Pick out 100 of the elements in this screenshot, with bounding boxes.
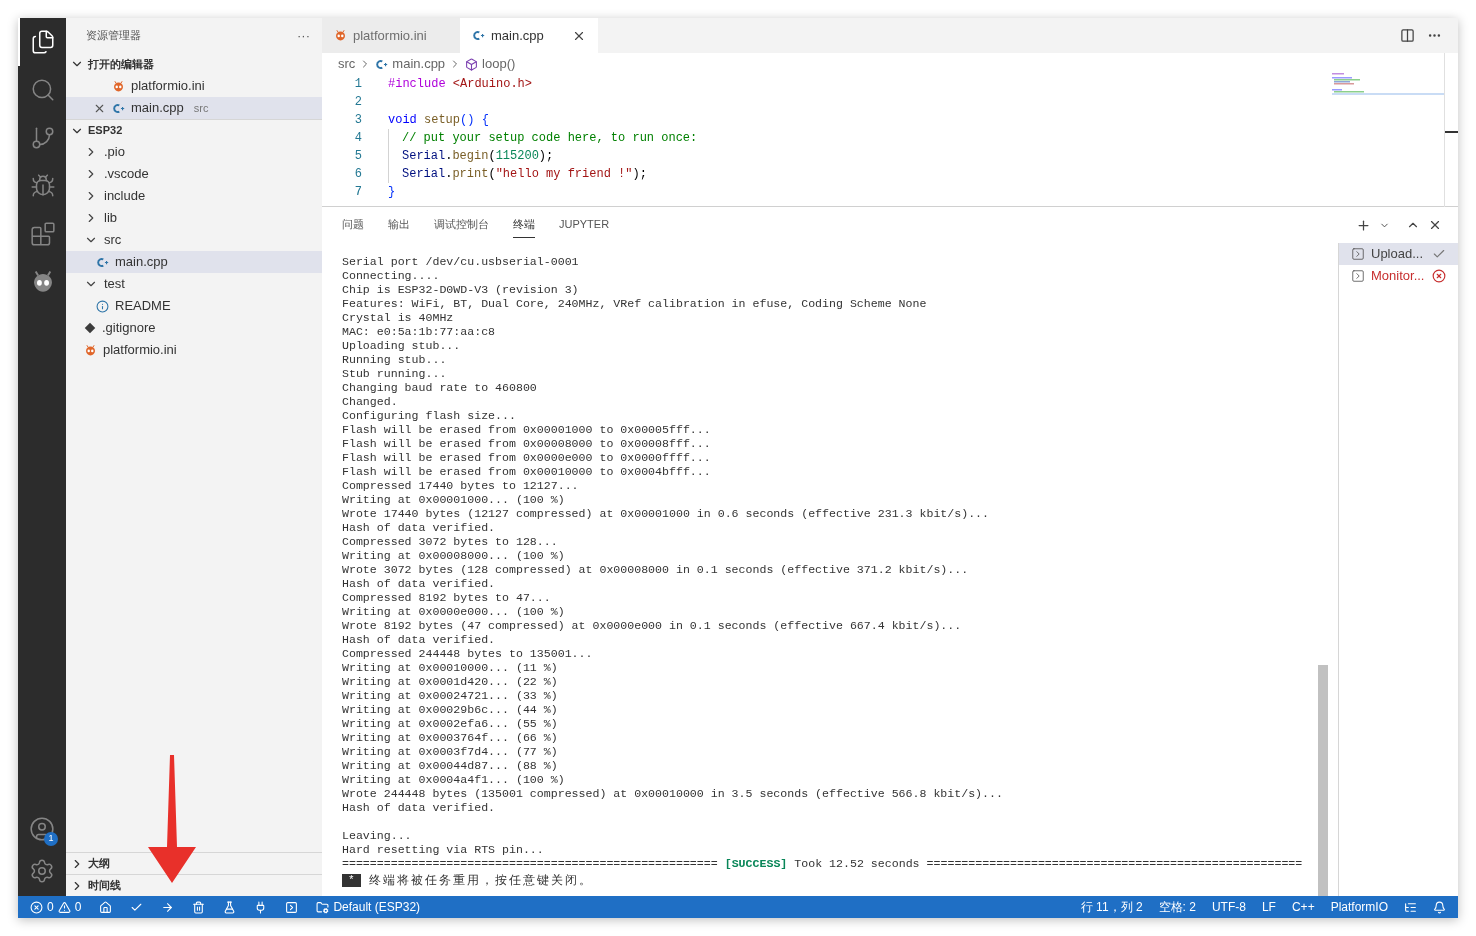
arrow-right-icon[interactable]	[161, 900, 175, 914]
terminal-line: Flash will be erased from 0x00001000 to 0x00005fff...	[342, 423, 711, 437]
section-header[interactable]: 打开的编辑器	[66, 53, 322, 75]
close-icon[interactable]	[1428, 218, 1442, 232]
tree-item[interactable]: src	[66, 229, 322, 251]
line-number: 3	[353, 112, 362, 129]
diamond-file-icon	[84, 322, 96, 334]
terminal-line: Writing at 0x0003f7d4... (77 %)	[342, 745, 558, 759]
tree-item[interactable]: .gitignore	[66, 317, 322, 339]
terminal-line: Stub running...	[342, 367, 447, 381]
editor-tab[interactable]: platformio.ini	[322, 18, 460, 53]
environment-label[interactable]: Default (ESP32)	[333, 898, 421, 916]
split-editor-icon[interactable]	[1400, 28, 1415, 43]
status-item[interactable]: 空格: 2	[1158, 898, 1196, 916]
status-item[interactable]: UTF-8	[1211, 898, 1246, 916]
feedback-icon[interactable]	[1404, 900, 1417, 914]
terminal-line: Configuring flash size...	[342, 409, 516, 423]
editor-tab[interactable]: main.cpp	[460, 18, 598, 53]
notification-badge: 1	[44, 832, 58, 846]
panel-tab[interactable]: 问题	[342, 212, 364, 238]
home-icon[interactable]	[99, 900, 113, 914]
tree-item[interactable]: lib	[66, 207, 322, 229]
section-header[interactable]: ESP32	[66, 119, 322, 141]
tree-item[interactable]: .vscode	[66, 163, 322, 185]
breadcrumb-item[interactable]: loop()	[465, 54, 516, 74]
bell-icon[interactable]	[1433, 900, 1446, 914]
panel-tab[interactable]: JUPYTER	[559, 212, 610, 238]
terminal-line: Wrote 3072 bytes (128 compressed) at 0x00008000 in 0.1 seconds (effective 371.2 kbit/s)...	[342, 563, 969, 577]
extensions-icon[interactable]	[30, 221, 56, 247]
breadcrumb-item[interactable]: src	[338, 54, 356, 74]
folder-gear-icon[interactable]	[316, 900, 330, 914]
plus-icon[interactable]	[1356, 217, 1371, 233]
terminal-line: Writing at 0x00044d87... (88 %)	[342, 759, 558, 773]
error-icon[interactable]	[30, 900, 43, 914]
more-actions[interactable]: ···	[297, 25, 310, 46]
tree-item[interactable]: README	[66, 295, 322, 317]
terminal-line: Hash of data verified.	[342, 521, 496, 535]
panel-tab[interactable]: 终端	[513, 212, 535, 238]
breadcrumb-item[interactable]: main.cpp	[375, 54, 446, 74]
terminal-line: Hash of data verified.	[342, 577, 496, 591]
terminal-message: 终端将被任务重用，按任意键关闭。	[368, 873, 593, 887]
tree-item[interactable]: test	[66, 273, 322, 295]
open-editor-item[interactable]: main.cpp src	[66, 97, 322, 119]
terminal-line: Connecting....	[342, 269, 440, 283]
line-number: 1	[353, 76, 362, 93]
tree-item[interactable]: main.cpp	[66, 251, 322, 273]
panel-tab[interactable]: 输出	[388, 212, 410, 238]
sidebar-title: 资源管理器	[86, 28, 141, 44]
terminal-icon	[1351, 269, 1365, 283]
branch-icon[interactable]	[30, 125, 56, 151]
alien-file-icon	[334, 29, 347, 42]
code-line: Serial.print("hello my friend !");	[402, 166, 647, 183]
flask-icon[interactable]	[223, 900, 237, 914]
bug-icon[interactable]	[30, 173, 56, 199]
terminal-line: Writing at 0x0001d420... (22 %)	[342, 675, 558, 689]
tree-item[interactable]: platformio.ini	[66, 339, 322, 361]
terminal-line: Changed.	[342, 395, 398, 409]
terminal-line: Writing at 0x0002efa6... (55 %)	[342, 717, 558, 731]
status-item[interactable]: C++	[1291, 898, 1315, 916]
status-item[interactable]: PlatformIO	[1330, 898, 1388, 916]
tree-item[interactable]: include	[66, 185, 322, 207]
terminal-line: Hard resetting via RTS pin...	[342, 843, 544, 857]
terminal-line: Writing at 0x00029b6c... (44 %)	[342, 703, 558, 717]
cpp-file-icon	[375, 57, 389, 71]
terminal-rule: ======================================================	[926, 857, 1303, 871]
terminal-line: Writing at 0x0000e000... (100 %)	[342, 605, 565, 619]
terminal-icon[interactable]	[285, 900, 299, 914]
explorer-icon[interactable]	[30, 29, 56, 55]
terminal-line: Flash will be erased from 0x00010000 to 0x0004bfff...	[342, 465, 711, 479]
open-editor-item[interactable]: platformio.ini	[66, 75, 322, 97]
terminal-line: Writing at 0x00008000... (100 %)	[342, 549, 565, 563]
account-icon[interactable]	[29, 816, 55, 842]
settings-icon[interactable]	[29, 858, 55, 884]
terminal-line: Compressed 244448 bytes to 135001...	[342, 647, 593, 661]
terminal-line: Flash will be erased from 0x00008000 to 0x00008fff...	[342, 437, 711, 451]
line-number: 7	[353, 184, 362, 201]
alien-file-icon	[112, 79, 125, 93]
scrollbar[interactable]	[1318, 665, 1328, 896]
tree-item[interactable]: .pio	[66, 141, 322, 163]
warning-count[interactable]: 0	[74, 898, 82, 916]
file-name: main.cpp	[131, 99, 184, 118]
error-count[interactable]: 0	[47, 898, 54, 916]
status-item[interactable]: LF	[1261, 898, 1276, 916]
scrollbar[interactable]	[1444, 53, 1458, 207]
terminal-line: Took 12.52 seconds	[794, 857, 920, 871]
warning-icon[interactable]	[57, 900, 71, 914]
file-folder: src	[193, 100, 209, 116]
status-item[interactable]: 行 11，列 2	[1080, 898, 1143, 916]
line-number: 2	[353, 94, 362, 111]
cpp-file-icon	[472, 29, 485, 42]
trash-icon[interactable]	[192, 900, 206, 914]
search-icon[interactable]	[30, 77, 56, 103]
terminal-item[interactable]: Upload...	[1339, 243, 1458, 265]
terminal-line: Crystal is 40MHz	[342, 311, 454, 325]
terminal-line: Leaving...	[342, 829, 412, 843]
terminal-line: Compressed 17440 bytes to 12127...	[342, 479, 579, 493]
panel-tab[interactable]: 调试控制台	[434, 212, 489, 238]
terminal-line: Chip is ESP32-D0WD-V3 (revision 3)	[342, 283, 579, 297]
code-line: }	[388, 184, 396, 201]
terminal-item[interactable]: Monitor...	[1339, 265, 1458, 287]
